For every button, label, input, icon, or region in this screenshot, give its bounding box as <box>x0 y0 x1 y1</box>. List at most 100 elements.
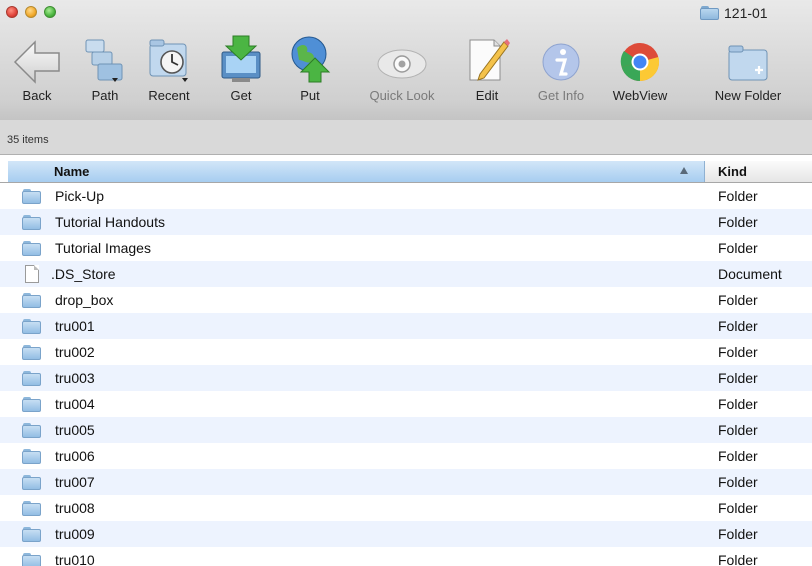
file-row[interactable]: Pick-Up Folder <box>0 183 812 209</box>
list-header: Name Kind <box>0 161 812 183</box>
item-count: 35 items <box>7 134 49 146</box>
file-row[interactable]: drop_box Folder <box>0 287 812 313</box>
file-kind: Folder <box>718 370 758 386</box>
file-row[interactable]: tru003 Folder <box>0 365 812 391</box>
webview-button[interactable]: WebView <box>605 26 675 103</box>
folder-icon <box>700 6 720 20</box>
edit-label: Edit <box>475 88 499 103</box>
folder-icon <box>22 474 41 490</box>
name-cell: tru002 <box>22 339 95 365</box>
file-kind: Folder <box>718 240 758 256</box>
eye-icon <box>377 49 427 79</box>
name-cell: tru010 <box>22 547 95 566</box>
file-list: Pick-Up Folder Tutorial Handouts Folder Tuto… <box>0 183 812 566</box>
sort-ascending-icon <box>680 167 688 174</box>
edit-pencil-icon <box>469 39 510 81</box>
file-row[interactable]: tru007 Folder <box>0 469 812 495</box>
close-window-button[interactable] <box>6 6 18 18</box>
get-download-icon <box>221 35 261 82</box>
folder-icon <box>22 344 41 360</box>
name-cell: .DS_Store <box>22 261 116 287</box>
file-kind: Folder <box>718 292 758 308</box>
get-info-label: Get Info <box>537 88 585 103</box>
zoom-window-button[interactable] <box>44 6 56 18</box>
file-kind: Folder <box>718 552 758 566</box>
file-kind: Folder <box>718 500 758 516</box>
name-cell: tru004 <box>22 391 95 417</box>
new-folder-label: New Folder <box>714 88 782 103</box>
file-row[interactable]: .DS_Store Document <box>0 261 812 287</box>
file-row[interactable]: tru006 Folder <box>0 443 812 469</box>
minimize-window-button[interactable] <box>25 6 37 18</box>
name-column-header[interactable]: Name <box>8 161 705 182</box>
back-arrow-icon <box>13 40 60 84</box>
file-row[interactable]: tru009 Folder <box>0 521 812 547</box>
webview-label: WebView <box>612 88 668 103</box>
file-name: tru003 <box>55 370 95 386</box>
name-cell: tru007 <box>22 469 95 495</box>
file-kind: Folder <box>718 318 758 334</box>
get-label: Get <box>230 88 252 103</box>
recent-label: Recent <box>148 88 190 103</box>
file-name: tru001 <box>55 318 95 334</box>
put-button[interactable]: Put <box>285 26 335 103</box>
file-row[interactable]: tru001 Folder <box>0 313 812 339</box>
file-row[interactable]: Tutorial Images Folder <box>0 235 812 261</box>
file-row[interactable]: tru005 Folder <box>0 417 812 443</box>
folder-icon <box>22 422 41 438</box>
file-kind: Folder <box>718 422 758 438</box>
file-name: tru004 <box>55 396 95 412</box>
back-button[interactable]: Back <box>12 26 62 103</box>
file-name: tru010 <box>55 552 95 566</box>
folder-icon <box>22 396 41 412</box>
file-name: Pick-Up <box>55 188 105 204</box>
folder-icon <box>22 370 41 386</box>
file-name: tru007 <box>55 474 95 490</box>
path-button[interactable]: Path <box>80 26 130 103</box>
file-kind: Folder <box>718 448 758 464</box>
file-name: tru006 <box>55 448 95 464</box>
get-button[interactable]: Get <box>216 26 266 103</box>
file-row[interactable]: tru008 Folder <box>0 495 812 521</box>
file-name: Tutorial Handouts <box>55 214 165 230</box>
window-title-text: 121-01 <box>724 5 768 21</box>
file-row[interactable]: Tutorial Handouts Folder <box>0 209 812 235</box>
quick-look-label: Quick Look <box>369 88 435 103</box>
file-name: drop_box <box>55 292 114 308</box>
new-folder-icon <box>728 45 768 81</box>
file-row[interactable]: tru004 Folder <box>0 391 812 417</box>
recent-button[interactable]: Recent <box>144 26 194 103</box>
file-name: Tutorial Images <box>55 240 151 256</box>
toolbar: Back Path Recent Get Put Quick Look Edit… <box>0 26 812 116</box>
file-row[interactable]: tru010 Folder <box>0 547 812 566</box>
file-row[interactable]: tru002 Folder <box>0 339 812 365</box>
file-name: tru005 <box>55 422 95 438</box>
file-kind: Folder <box>718 474 758 490</box>
folder-icon <box>22 318 41 334</box>
finder-window: 121-01 Back Path Recent Get Put Quick Lo… <box>0 0 812 566</box>
folder-icon <box>22 448 41 464</box>
window-controls <box>6 6 56 18</box>
quick-look-button[interactable]: Quick Look <box>356 26 448 103</box>
folder-icon <box>22 240 41 256</box>
file-kind: Folder <box>718 188 758 204</box>
info-icon <box>542 43 580 81</box>
file-name: tru008 <box>55 500 95 516</box>
folder-icon <box>22 526 41 542</box>
name-cell: tru003 <box>22 365 95 391</box>
file-name: tru002 <box>55 344 95 360</box>
get-info-button[interactable]: Get Info <box>532 26 590 103</box>
name-column-label: Name <box>54 164 90 179</box>
name-cell: Tutorial Handouts <box>22 209 165 235</box>
window-title: 121-01 <box>700 3 768 23</box>
name-cell: tru006 <box>22 443 95 469</box>
recent-clock-folder-icon <box>149 39 188 82</box>
name-cell: drop_box <box>22 287 113 313</box>
back-label: Back <box>22 88 52 103</box>
new-folder-button[interactable]: New Folder <box>703 26 793 103</box>
document-icon <box>25 265 39 283</box>
kind-column-header[interactable]: Kind <box>705 161 812 182</box>
put-label: Put <box>300 88 320 103</box>
edit-button[interactable]: Edit <box>462 26 512 103</box>
file-kind: Folder <box>718 214 758 230</box>
